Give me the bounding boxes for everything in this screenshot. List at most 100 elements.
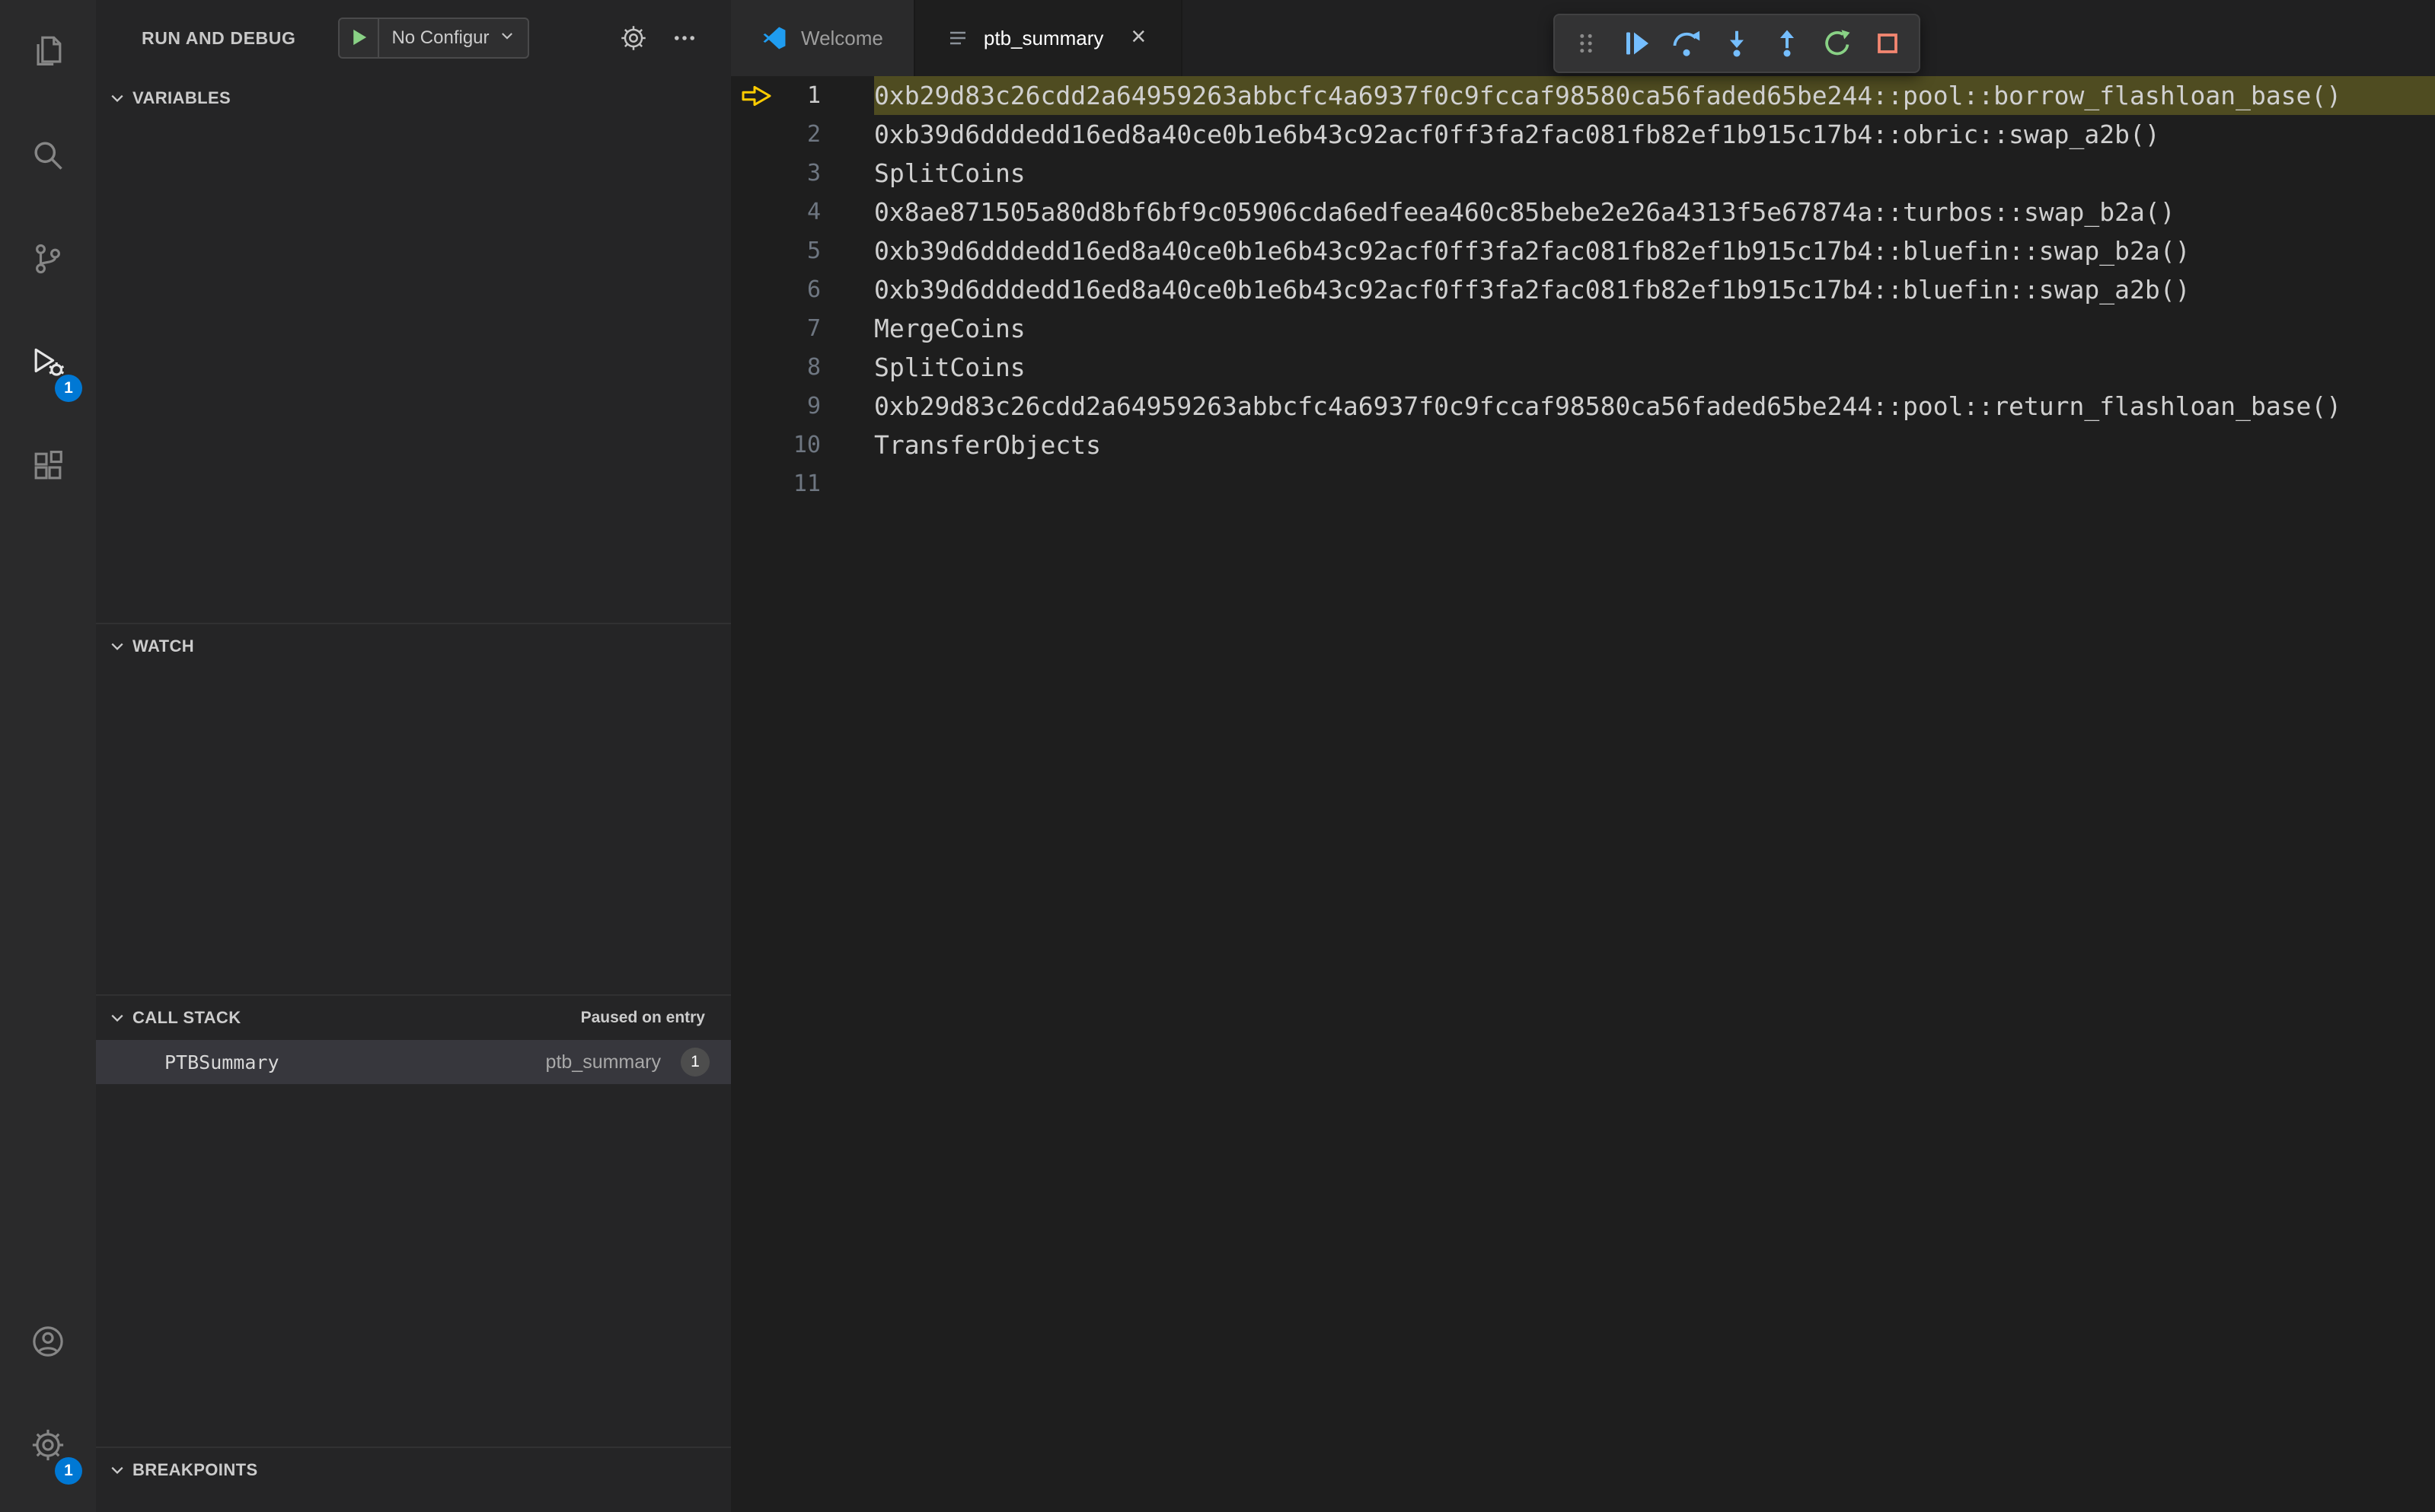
activity-bar-item-source-control[interactable]	[0, 207, 96, 311]
gutter[interactable]: 9	[731, 387, 874, 426]
call-stack-section-label: CALL STACK	[132, 1008, 241, 1027]
code-line: 4 0x8ae871505a80d8bf6bf9c05906cda6edfeea4…	[731, 193, 2435, 231]
gutter[interactable]: 1	[731, 76, 874, 115]
watch-body	[96, 668, 731, 994]
line-number: 3	[806, 160, 821, 187]
code-line: 3 SplitCoins	[731, 154, 2435, 193]
variables-section-label: VARIABLES	[132, 88, 231, 107]
variables-section-header[interactable]: VARIABLES	[96, 76, 731, 120]
tabs-container: Welcome ptb_summary ×	[731, 0, 1183, 76]
start-debugging-button[interactable]	[340, 19, 380, 57]
activity-bar-item-settings[interactable]: 1	[0, 1393, 96, 1497]
step-over-button[interactable]	[1661, 18, 1712, 69]
gutter[interactable]: 2	[731, 115, 874, 154]
activity-bar-top: 1	[0, 0, 96, 518]
breakpoints-section-label: BREAKPOINTS	[132, 1460, 258, 1479]
activity-bar-item-extensions[interactable]	[0, 414, 96, 518]
play-icon	[347, 26, 370, 51]
chevron-down-icon	[108, 1009, 126, 1027]
search-icon	[30, 138, 65, 173]
code-line: 6 0xb39d6dddedd16ed8a40ce0b1e6b43c92acf0f…	[731, 270, 2435, 309]
call-stack-section-header[interactable]: CALL STACK Paused on entry	[96, 996, 731, 1040]
line-text[interactable]: 0xb29d83c26cdd2a64959263abbcfc4a6937f0c9…	[874, 76, 2435, 115]
line-number: 11	[793, 471, 821, 497]
code-line: 9 0xb29d83c26cdd2a64959263abbcfc4a6937f0c…	[731, 387, 2435, 426]
variables-body	[96, 120, 731, 623]
frame-file: ptb_summary	[545, 1051, 661, 1073]
tab-ptb_summary[interactable]: ptb_summary ×	[914, 0, 1183, 76]
variables-pane: VARIABLES	[96, 76, 731, 623]
code-line: 10 TransferObjects	[731, 426, 2435, 464]
sidebar-title: RUN AND DEBUG	[142, 27, 296, 48]
close-icon[interactable]: ×	[1126, 24, 1150, 53]
code-line: 8 SplitCoins	[731, 348, 2435, 387]
step-into-icon	[1722, 28, 1752, 59]
gutter[interactable]: 8	[731, 348, 874, 387]
line-text[interactable]: TransferObjects	[874, 426, 2435, 464]
debug-configuration-dropdown[interactable]: No Configur	[379, 19, 527, 57]
code-line: 11	[731, 464, 2435, 503]
activity-bar-item-run-and-debug[interactable]: 1	[0, 311, 96, 414]
current-line-arrow-icon	[740, 84, 774, 108]
debug-toolbar	[1553, 14, 1920, 73]
account-icon	[30, 1324, 65, 1359]
paused-status-text: Paused on entry	[580, 1009, 705, 1026]
code-line: 5 0xb39d6dddedd16ed8a40ce0b1e6b43c92acf0f…	[731, 231, 2435, 270]
restart-button[interactable]	[1812, 18, 1862, 69]
line-text[interactable]: 0xb39d6dddedd16ed8a40ce0b1e6b43c92acf0ff…	[874, 231, 2435, 270]
activity-badge: 1	[55, 375, 82, 402]
gutter[interactable]: 10	[731, 426, 874, 464]
step-over-icon	[1671, 28, 1702, 59]
source-control-icon	[30, 241, 65, 276]
tab-Welcome[interactable]: Welcome	[731, 0, 915, 76]
watch-section-header[interactable]: WATCH	[96, 624, 731, 668]
run-and-debug-icon	[30, 345, 65, 380]
chevron-down-icon	[108, 1461, 126, 1479]
continue-button[interactable]	[1611, 18, 1661, 69]
gutter[interactable]: 6	[731, 270, 874, 309]
debug-settings-gear-icon[interactable]	[620, 24, 647, 52]
activity-bar-item-explorer[interactable]	[0, 0, 96, 104]
activity-bar-bottom: 1	[0, 1290, 96, 1512]
line-text[interactable]: SplitCoins	[874, 348, 2435, 387]
line-text[interactable]: SplitCoins	[874, 154, 2435, 193]
gripper-icon	[1574, 31, 1598, 56]
line-number: 8	[806, 354, 821, 381]
line-text[interactable]	[874, 464, 2435, 503]
editor-group: Welcome ptb_summary × 1 0xb29d83c26cdd2a649…	[731, 0, 2435, 1512]
code-editor: 1 0xb29d83c26cdd2a64959263abbcfc4a6937f0c…	[731, 76, 2435, 1512]
frame-badge: 1	[681, 1048, 710, 1077]
call-stack-pane: CALL STACK Paused on entry PTBSummary ptb…	[96, 994, 731, 1447]
continue-icon	[1621, 28, 1652, 59]
gear-icon	[30, 1427, 65, 1463]
step-out-button[interactable]	[1762, 18, 1812, 69]
line-number: 2	[806, 121, 821, 148]
breakpoints-section-header[interactable]: BREAKPOINTS	[96, 1448, 731, 1492]
step-into-button[interactable]	[1712, 18, 1762, 69]
restart-icon	[1822, 28, 1853, 59]
activity-bar-item-accounts[interactable]	[0, 1290, 96, 1393]
activity-bar: 1 1	[0, 0, 96, 1512]
gutter[interactable]: 3	[731, 154, 874, 193]
more-actions-icon[interactable]	[672, 25, 697, 51]
run-and-debug-sidebar: RUN AND DEBUG No Configur VARIABLES WATC…	[96, 0, 731, 1512]
vscode-logo-icon	[761, 25, 787, 51]
line-text[interactable]: 0xb29d83c26cdd2a64959263abbcfc4a6937f0c9…	[874, 387, 2435, 426]
tab-label: ptb_summary	[983, 26, 1104, 49]
code-line: 7 MergeCoins	[731, 309, 2435, 348]
stop-button[interactable]	[1862, 18, 1913, 69]
gutter[interactable]: 4	[731, 193, 874, 231]
gutter[interactable]: 11	[731, 464, 874, 503]
line-number: 1	[806, 82, 821, 109]
line-text[interactable]: 0xb39d6dddedd16ed8a40ce0b1e6b43c92acf0ff…	[874, 270, 2435, 309]
line-text[interactable]: 0x8ae871505a80d8bf6bf9c05906cda6edfeea46…	[874, 193, 2435, 231]
line-number: 5	[806, 238, 821, 264]
line-text[interactable]: MergeCoins	[874, 309, 2435, 348]
call-stack-frame[interactable]: PTBSummary ptb_summary 1	[96, 1040, 731, 1084]
activity-bar-item-search[interactable]	[0, 104, 96, 207]
gutter[interactable]: 5	[731, 231, 874, 270]
code-line: 1 0xb29d83c26cdd2a64959263abbcfc4a6937f0c…	[731, 76, 2435, 115]
gutter[interactable]: 7	[731, 309, 874, 348]
line-text[interactable]: 0xb39d6dddedd16ed8a40ce0b1e6b43c92acf0ff…	[874, 115, 2435, 154]
drag-handle-button[interactable]	[1561, 18, 1611, 69]
